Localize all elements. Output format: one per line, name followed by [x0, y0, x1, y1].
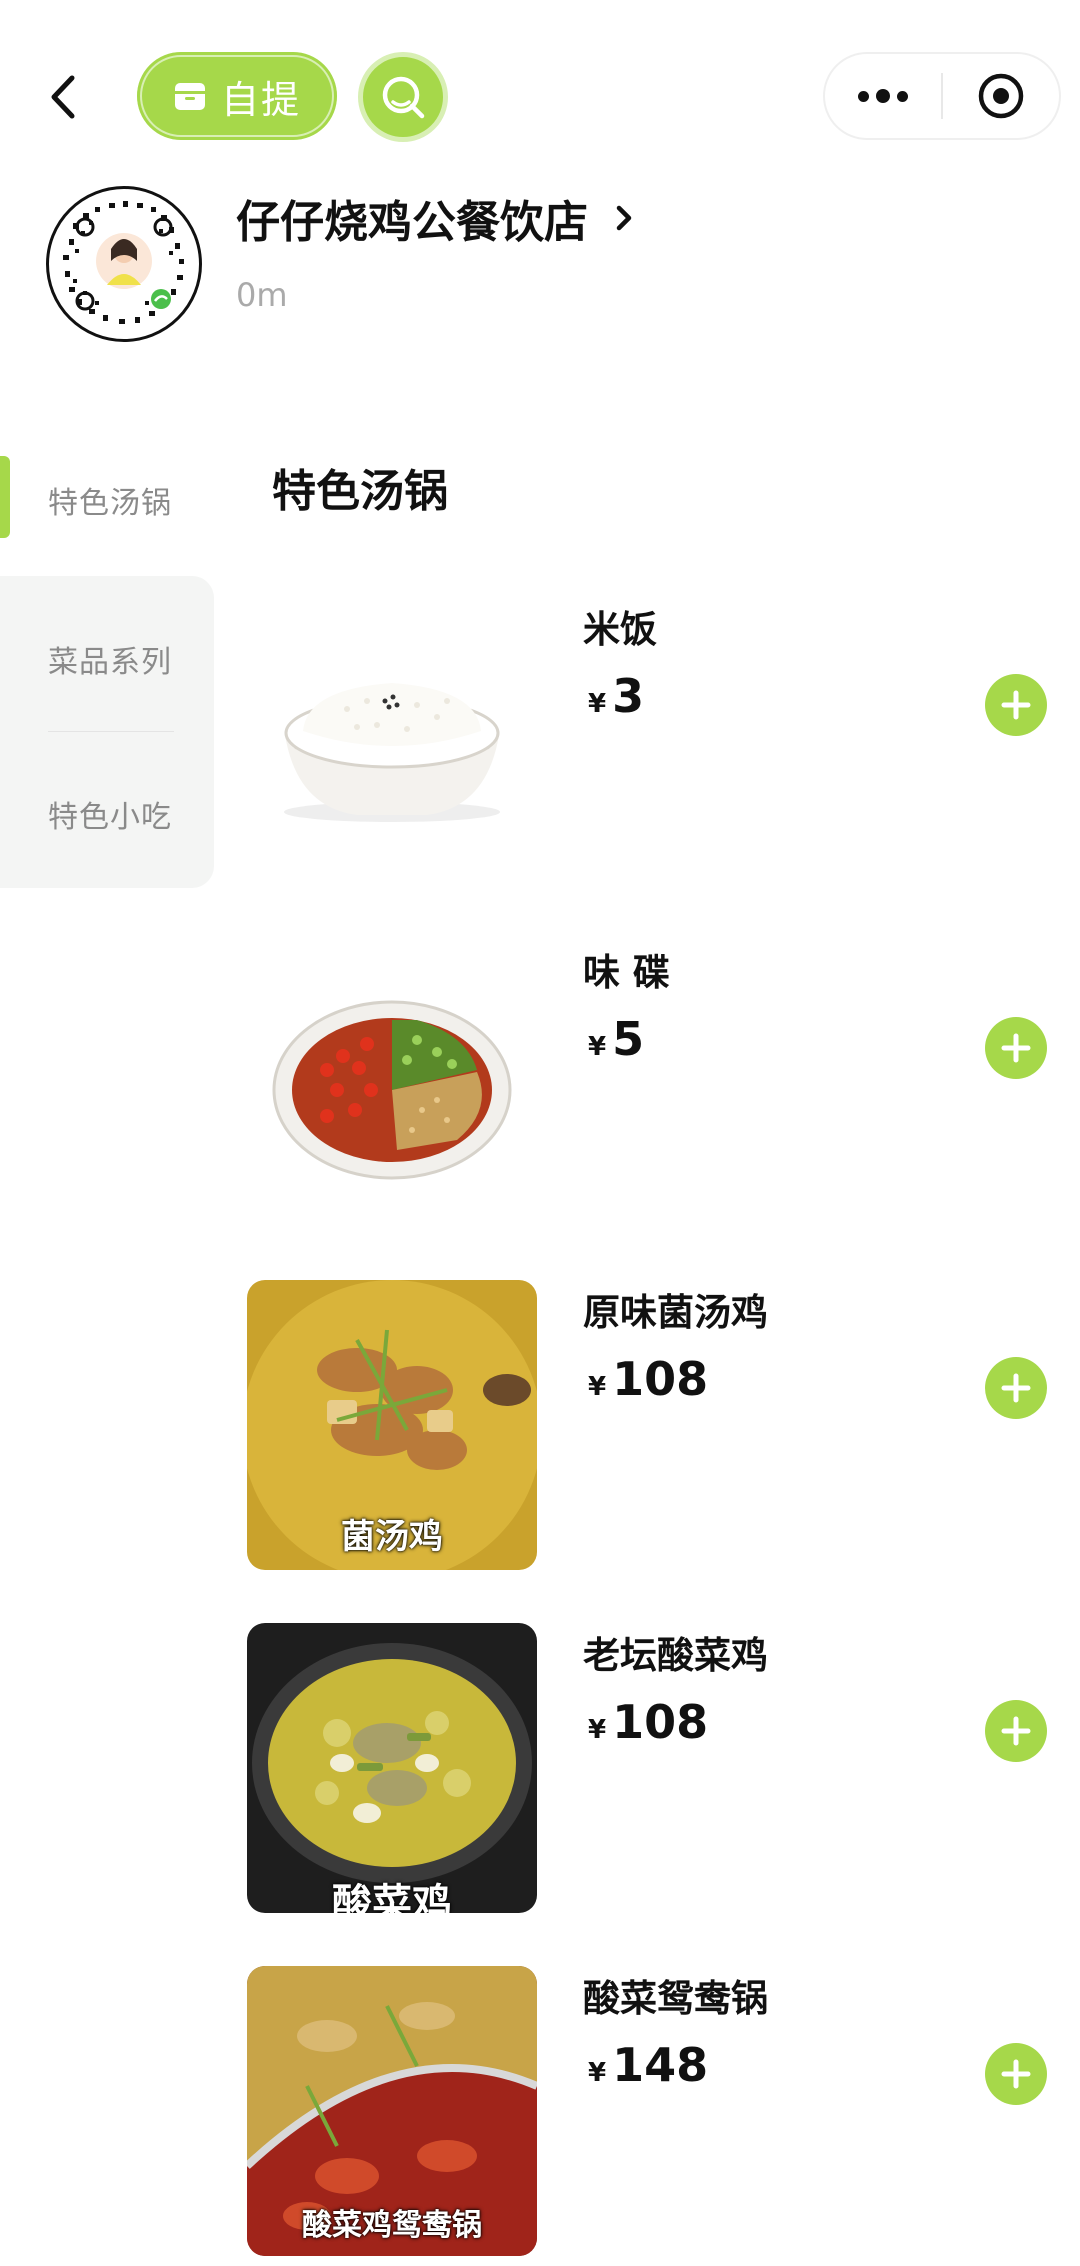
back-button[interactable]	[44, 72, 84, 122]
currency-symbol: ¥	[588, 2058, 607, 2088]
store-name[interactable]: 仔仔烧鸡公餐饮店	[236, 186, 635, 250]
sidebar-active-indicator	[0, 456, 10, 538]
chevron-right-icon	[617, 205, 632, 231]
dish-price: ¥5	[588, 1012, 645, 1066]
pickup-label: 自提	[220, 77, 301, 122]
dish-price: ¥108	[588, 1352, 709, 1406]
currency-symbol: ¥	[588, 1372, 607, 1402]
chevron-left-icon	[51, 75, 75, 119]
qr-pattern	[63, 201, 184, 324]
search-icon	[382, 76, 425, 119]
dish-name: 老坛酸菜鸡	[583, 1634, 768, 1677]
dish-price: ¥3	[588, 669, 645, 723]
dish-price: ¥108	[588, 1695, 709, 1749]
dish-price: ¥148	[588, 2038, 709, 2092]
plus-icon	[1001, 690, 1031, 720]
dish-image-caption: 酸菜鸡	[332, 1880, 452, 1913]
more-icon	[858, 90, 869, 102]
mini-program-capsule	[823, 52, 1061, 140]
dish-item: 酸菜鸡鸳鸯锅 酸菜鸳鸯锅 ¥148	[0, 1966, 1080, 2266]
plus-icon	[1001, 1033, 1031, 1063]
dish-name: 味 碟	[583, 951, 670, 994]
sidebar-item-specialty-hotpot[interactable]: 特色汤锅	[48, 478, 172, 522]
dish-item: 菌汤鸡 原味菌汤鸡 ¥108	[0, 1280, 1080, 1580]
dish-item: 酸菜鸡 老坛酸菜鸡 ¥108	[0, 1623, 1080, 1923]
add-to-cart-button[interactable]	[985, 674, 1047, 736]
dish-name: 米饭	[583, 608, 657, 651]
dish-image-yuanyang-pot[interactable]: 酸菜鸡鸳鸯锅	[247, 1966, 537, 2256]
currency-symbol: ¥	[588, 689, 607, 719]
add-to-cart-button[interactable]	[985, 1017, 1047, 1079]
plus-icon	[1001, 2059, 1031, 2089]
package-icon	[174, 83, 205, 110]
dish-image-caption: 酸菜鸡鸳鸯锅	[302, 2208, 482, 2243]
store-distance: 0m	[236, 276, 288, 314]
currency-symbol: ¥	[588, 1032, 607, 1062]
dish-image-rice[interactable]	[247, 597, 537, 887]
dish-image-pickled-chicken[interactable]: 酸菜鸡	[247, 1623, 537, 1913]
plus-icon	[1001, 1716, 1031, 1746]
dish-image-mushroom-chicken[interactable]: 菌汤鸡	[247, 1280, 537, 1570]
dish-name: 酸菜鸳鸯锅	[583, 1977, 768, 2020]
add-to-cart-button[interactable]	[985, 2043, 1047, 2105]
close-button[interactable]	[943, 72, 1059, 120]
store-qr-code[interactable]	[46, 186, 202, 342]
currency-symbol: ¥	[588, 1715, 607, 1745]
dish-item: 米饭 ¥3	[0, 597, 1080, 897]
search-button[interactable]	[358, 52, 448, 142]
pickup-button[interactable]: 自提	[137, 52, 337, 140]
section-title: 特色汤锅	[272, 466, 448, 517]
plus-icon	[1001, 1373, 1031, 1403]
dish-image-sauce[interactable]	[247, 940, 537, 1230]
dish-item: 味 碟 ¥5	[0, 940, 1080, 1240]
more-button[interactable]	[825, 89, 941, 103]
target-icon	[978, 73, 1024, 119]
add-to-cart-button[interactable]	[985, 1700, 1047, 1762]
add-to-cart-button[interactable]	[985, 1357, 1047, 1419]
dish-name: 原味菌汤鸡	[583, 1291, 768, 1334]
dish-image-caption: 菌汤鸡	[341, 1517, 443, 1557]
